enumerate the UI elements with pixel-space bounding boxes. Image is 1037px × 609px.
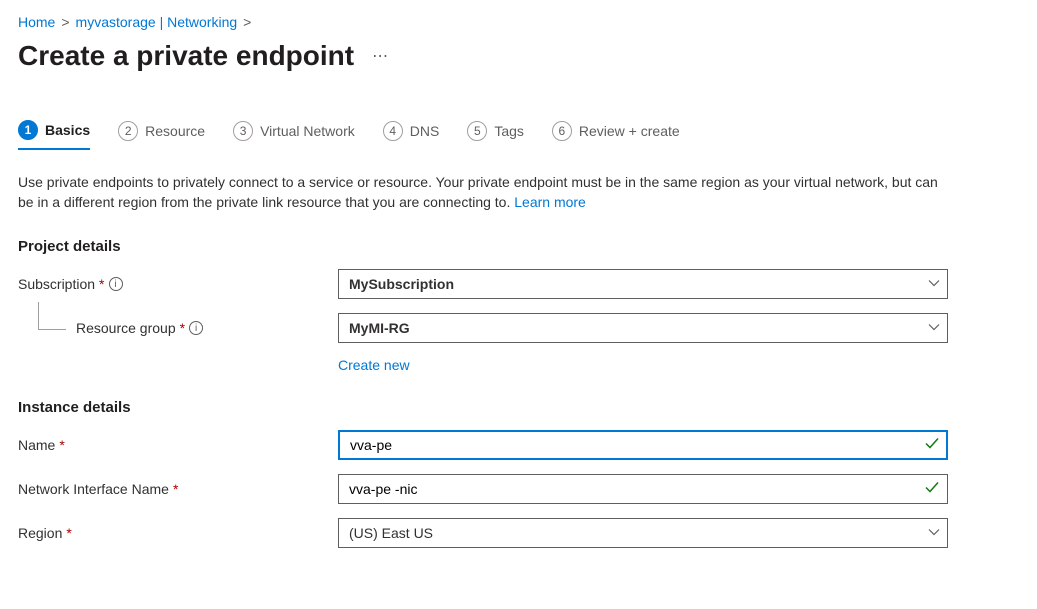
more-actions-icon[interactable]: ⋯ bbox=[372, 46, 389, 66]
tab-number-icon: 6 bbox=[552, 121, 572, 141]
resource-group-select[interactable]: MyMI-RG bbox=[338, 313, 948, 343]
label-name: Name * bbox=[18, 437, 338, 453]
row-subscription: Subscription * i MySubscription bbox=[18, 269, 1019, 299]
intro-text: Use private endpoints to privately conne… bbox=[18, 173, 938, 212]
tab-tags[interactable]: 5 Tags bbox=[467, 120, 524, 150]
label-nic: Network Interface Name * bbox=[18, 481, 338, 497]
row-name: Name * bbox=[18, 430, 1019, 460]
required-asterisk: * bbox=[66, 525, 71, 541]
info-icon[interactable]: i bbox=[109, 277, 123, 291]
page-title: Create a private endpoint bbox=[18, 40, 354, 72]
tabs-container: 1 Basics 2 Resource 3 Virtual Network 4 … bbox=[18, 120, 1019, 151]
breadcrumb-separator: > bbox=[61, 14, 69, 30]
row-region: Region * (US) East US bbox=[18, 518, 1019, 548]
tab-basics[interactable]: 1 Basics bbox=[18, 120, 90, 150]
breadcrumb-home[interactable]: Home bbox=[18, 14, 55, 30]
tab-label: Tags bbox=[494, 123, 524, 139]
section-title-project: Project details bbox=[18, 238, 1019, 255]
breadcrumb: Home > myvastorage | Networking > bbox=[18, 14, 1019, 30]
tab-number-icon: 3 bbox=[233, 121, 253, 141]
title-row: Create a private endpoint ⋯ bbox=[18, 40, 1019, 72]
tab-label: Review + create bbox=[579, 123, 680, 139]
intro-body: Use private endpoints to privately conne… bbox=[18, 174, 938, 210]
create-new-link[interactable]: Create new bbox=[338, 357, 410, 373]
tab-virtual-network[interactable]: 3 Virtual Network bbox=[233, 120, 355, 150]
row-nic: Network Interface Name * bbox=[18, 474, 1019, 504]
required-asterisk: * bbox=[173, 481, 178, 497]
required-asterisk: * bbox=[180, 320, 185, 336]
label-subscription: Subscription * i bbox=[18, 276, 338, 292]
tab-resource[interactable]: 2 Resource bbox=[118, 120, 205, 150]
label-region: Region * bbox=[18, 525, 338, 541]
tab-review-create[interactable]: 6 Review + create bbox=[552, 120, 680, 150]
tab-label: Virtual Network bbox=[260, 123, 355, 139]
row-resource-group: Resource group * i MyMI-RG bbox=[18, 313, 1019, 343]
breadcrumb-resource[interactable]: myvastorage | Networking bbox=[76, 14, 238, 30]
create-new-row: Create new bbox=[338, 357, 1019, 373]
tab-label: DNS bbox=[410, 123, 440, 139]
region-select[interactable]: (US) East US bbox=[338, 518, 948, 548]
nic-input[interactable] bbox=[338, 474, 948, 504]
tab-label: Resource bbox=[145, 123, 205, 139]
breadcrumb-separator: > bbox=[243, 14, 251, 30]
name-input[interactable] bbox=[338, 430, 948, 460]
required-asterisk: * bbox=[59, 437, 64, 453]
subscription-select[interactable]: MySubscription bbox=[338, 269, 948, 299]
tab-dns[interactable]: 4 DNS bbox=[383, 120, 440, 150]
label-resource-group: Resource group * i bbox=[18, 320, 338, 336]
tab-number-icon: 5 bbox=[467, 121, 487, 141]
learn-more-link[interactable]: Learn more bbox=[514, 194, 586, 210]
indent-connector-icon bbox=[38, 302, 66, 330]
tab-number-icon: 4 bbox=[383, 121, 403, 141]
section-title-instance: Instance details bbox=[18, 399, 1019, 416]
tab-number-icon: 1 bbox=[18, 120, 38, 140]
info-icon[interactable]: i bbox=[189, 321, 203, 335]
tab-number-icon: 2 bbox=[118, 121, 138, 141]
tab-label: Basics bbox=[45, 122, 90, 138]
required-asterisk: * bbox=[99, 276, 104, 292]
